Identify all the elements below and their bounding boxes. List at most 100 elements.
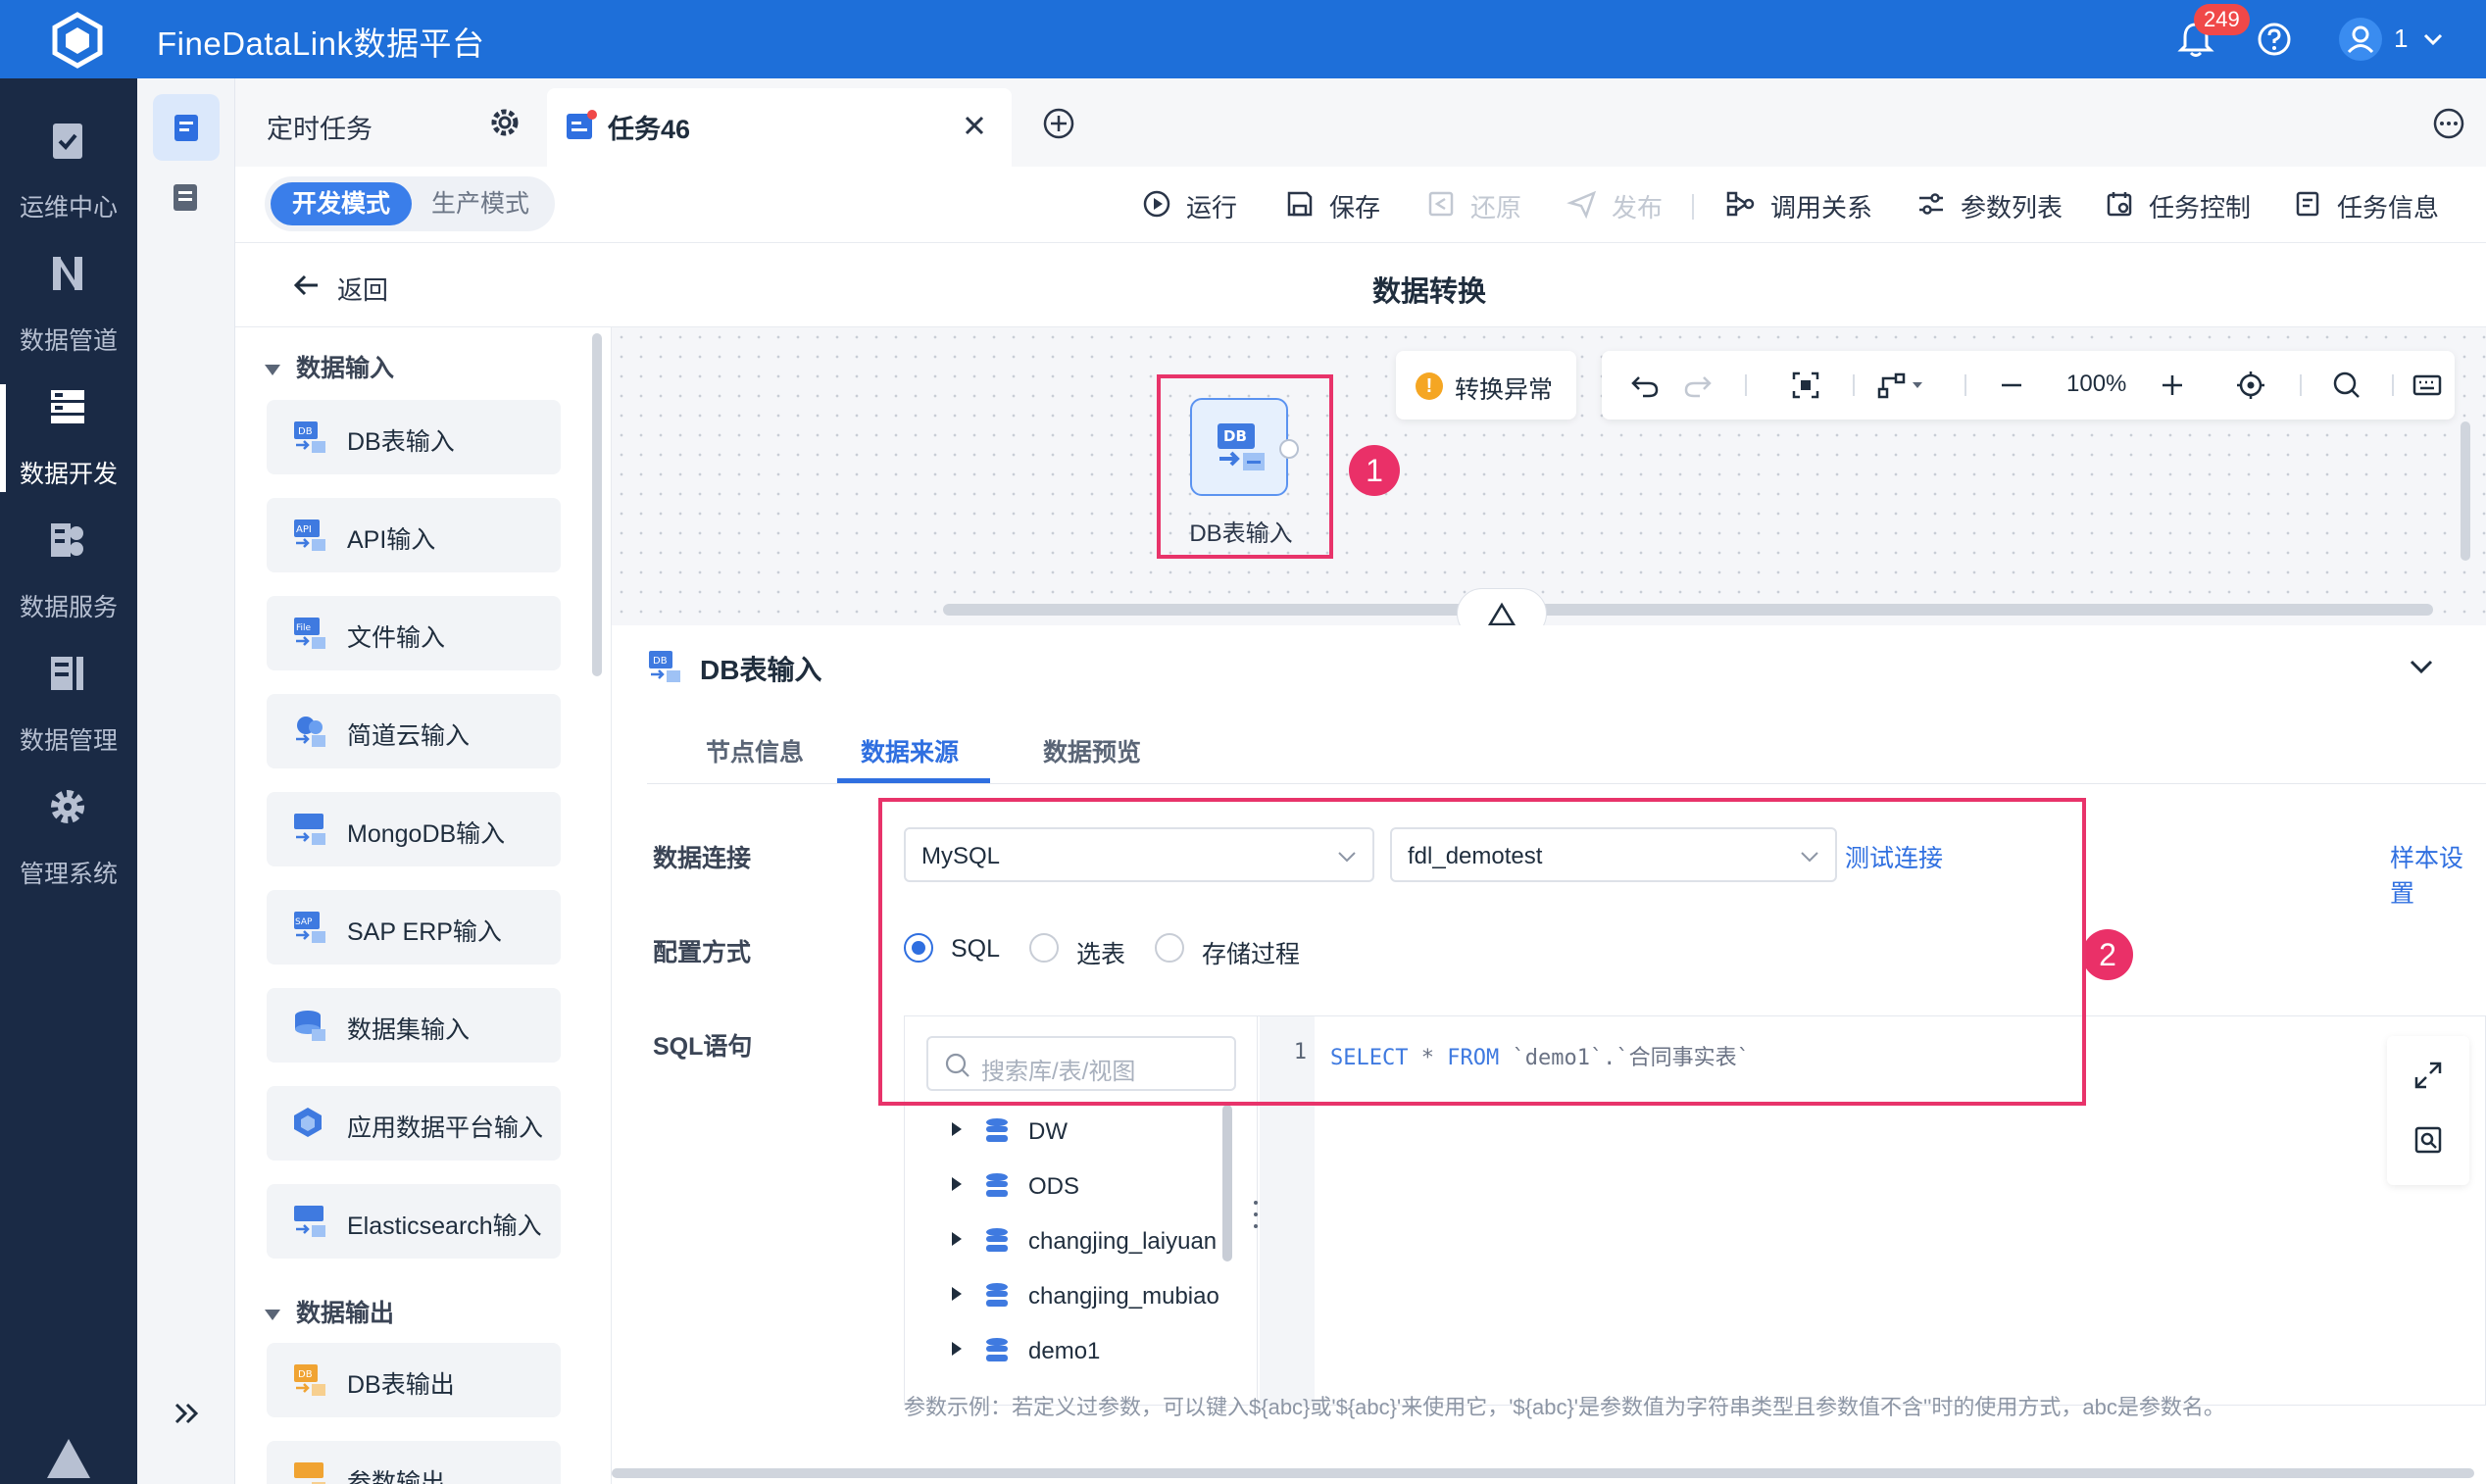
play-circle-icon	[1143, 190, 1170, 218]
component-panel: 数据输入 DB DB表输入 API API输入 File 文件输入 简道云输入 …	[235, 327, 612, 1484]
layout-dropdown-icon[interactable]	[1910, 377, 1925, 393]
tree-scrollbar[interactable]	[1222, 1105, 1232, 1261]
redo-icon[interactable]	[1682, 370, 1714, 401]
tab-scheduled-tasks[interactable]: 定时任务	[235, 78, 547, 167]
expand-arrow-icon[interactable]	[952, 1342, 962, 1356]
settings-gear-icon[interactable]	[488, 106, 522, 139]
expand-arrow-icon[interactable]	[952, 1122, 962, 1136]
datasource-highlight-box	[878, 798, 2086, 1106]
expand-icon[interactable]	[2412, 1060, 2444, 1091]
component-param-output[interactable]: 参数输出	[267, 1441, 561, 1484]
close-icon[interactable]	[959, 110, 990, 141]
expand-arrow-icon[interactable]	[952, 1177, 962, 1191]
component-file-input[interactable]: File 文件输入	[267, 596, 561, 670]
server-stack-icon	[51, 390, 84, 423]
search-icon[interactable]	[2331, 370, 2362, 401]
fit-view-icon[interactable]	[1790, 370, 1821, 401]
node-output-port[interactable]	[1279, 439, 1299, 459]
component-db-output[interactable]: DB DB表输出	[267, 1343, 561, 1417]
api-input-icon: API	[294, 519, 325, 551]
category-data-output[interactable]: 数据输出	[265, 1294, 394, 1329]
layout-icon[interactable]	[1876, 370, 1908, 401]
tab-bar: 定时任务 任务46	[235, 78, 2486, 167]
keyboard-icon[interactable]	[2411, 370, 2443, 401]
tab-task46[interactable]: 任务46	[547, 88, 1012, 167]
dev-mode-button[interactable]: 开发模式	[271, 182, 412, 225]
database-icon	[986, 1283, 1008, 1307]
locate-icon[interactable]	[2235, 370, 2266, 401]
page-title: 数据转换	[1372, 276, 1487, 308]
chevron-down-icon[interactable]	[2406, 651, 2437, 682]
restore-icon	[1428, 191, 1454, 217]
expand-arrow-icon[interactable]	[952, 1232, 962, 1246]
component-jdy-input[interactable]: 简道云输入	[267, 694, 561, 768]
database-icon	[986, 1173, 1008, 1197]
component-api-input[interactable]: API API输入	[267, 498, 561, 572]
node-config-panel: DB DB表输入 节点信息 数据来源 数据预览 数据连接 MySQL fdl_d…	[612, 625, 2486, 1484]
app-platform-input-icon	[294, 1108, 322, 1137]
sub-header: 返回 数据转换	[235, 243, 2486, 327]
undo-icon[interactable]	[1629, 370, 1661, 401]
more-options-icon[interactable]	[2431, 106, 2466, 141]
component-db-input[interactable]: DB DB表输入	[267, 400, 561, 474]
zoom-out-icon[interactable]	[1996, 370, 2027, 401]
component-elasticsearch-input[interactable]: Elasticsearch输入	[267, 1184, 561, 1259]
avatar[interactable]	[2339, 18, 2382, 61]
rail-item-tasks[interactable]	[153, 94, 220, 161]
svg-text:DB: DB	[1223, 427, 1247, 445]
nav-item-admin-system[interactable]: 管理系统	[0, 745, 137, 951]
toolbar-divider	[1692, 194, 1694, 220]
help-icon[interactable]	[2257, 22, 2292, 57]
tab-node-info[interactable]: 节点信息	[706, 733, 804, 768]
chevron-down-icon[interactable]	[2419, 25, 2447, 53]
tab-data-source[interactable]: 数据来源	[861, 733, 959, 768]
service-icon	[51, 523, 83, 557]
canvas-toolbar: 100%	[1602, 351, 2455, 420]
config-horizontal-scrollbar[interactable]	[612, 1468, 2474, 1478]
svg-text:DB: DB	[653, 656, 668, 667]
file-input-icon: File	[294, 618, 325, 649]
tab-data-preview[interactable]: 数据预览	[1043, 733, 1141, 768]
task-file-icon	[567, 110, 597, 139]
canvas-toolbar-divider	[1964, 374, 1966, 396]
svg-text:DB: DB	[298, 426, 313, 437]
component-dataset-input[interactable]: 数据集输入	[267, 988, 561, 1063]
component-app-platform-input[interactable]: 应用数据平台输入	[267, 1086, 561, 1161]
flow-canvas[interactable]: DB DB表输入 1 ! 转换异常 100%	[612, 327, 2486, 639]
component-sap-input[interactable]: SAP SAP ERP输入	[267, 890, 561, 965]
pipeline-icon	[53, 257, 82, 290]
canvas-horizontal-scrollbar[interactable]	[943, 604, 2433, 616]
zoom-in-icon[interactable]	[2157, 370, 2188, 401]
db-input-node[interactable]: DB	[1190, 398, 1299, 496]
config-mode-label: 配置方式	[653, 939, 752, 966]
dataset-input-icon	[295, 1011, 325, 1041]
database-icon	[986, 1118, 1008, 1142]
task-list-icon	[174, 115, 198, 141]
gear-icon	[51, 790, 84, 823]
arrow-left-icon[interactable]	[290, 269, 323, 302]
canvas-vertical-scrollbar[interactable]	[2461, 421, 2470, 561]
annotation-marker-1: 1	[1349, 445, 1400, 496]
category-data-input[interactable]: 数据输入	[265, 349, 394, 384]
expand-double-chevron-icon[interactable]	[169, 1396, 204, 1431]
back-link[interactable]: 返回	[337, 271, 388, 307]
expand-arrow-icon[interactable]	[952, 1287, 962, 1301]
add-tab-icon[interactable]	[1041, 106, 1076, 141]
conversion-error-button[interactable]: ! 转换异常	[1396, 351, 1576, 420]
user-name[interactable]: 1	[2394, 24, 2408, 54]
sample-settings-link[interactable]: 样本设置	[2390, 839, 2486, 910]
document-icon[interactable]	[169, 180, 202, 214]
canvas-toolbar-divider	[2300, 374, 2302, 396]
secondary-rail	[137, 78, 235, 1484]
panel-scrollbar[interactable]	[592, 333, 602, 676]
canvas-toolbar-divider	[1853, 374, 1855, 396]
sql-label: SQL语句	[653, 1033, 753, 1061]
config-title: DB表输入	[700, 655, 822, 685]
notification-badge: 249	[2194, 4, 2250, 35]
task-control-icon	[2107, 192, 2132, 217]
component-mongodb-input[interactable]: MongoDB输入	[267, 792, 561, 866]
triangle-logo-icon	[47, 1439, 90, 1478]
db-input-node-icon: DB	[1218, 423, 1265, 470]
preview-search-icon[interactable]	[2412, 1124, 2444, 1156]
prod-mode-button[interactable]: 生产模式	[412, 182, 549, 225]
